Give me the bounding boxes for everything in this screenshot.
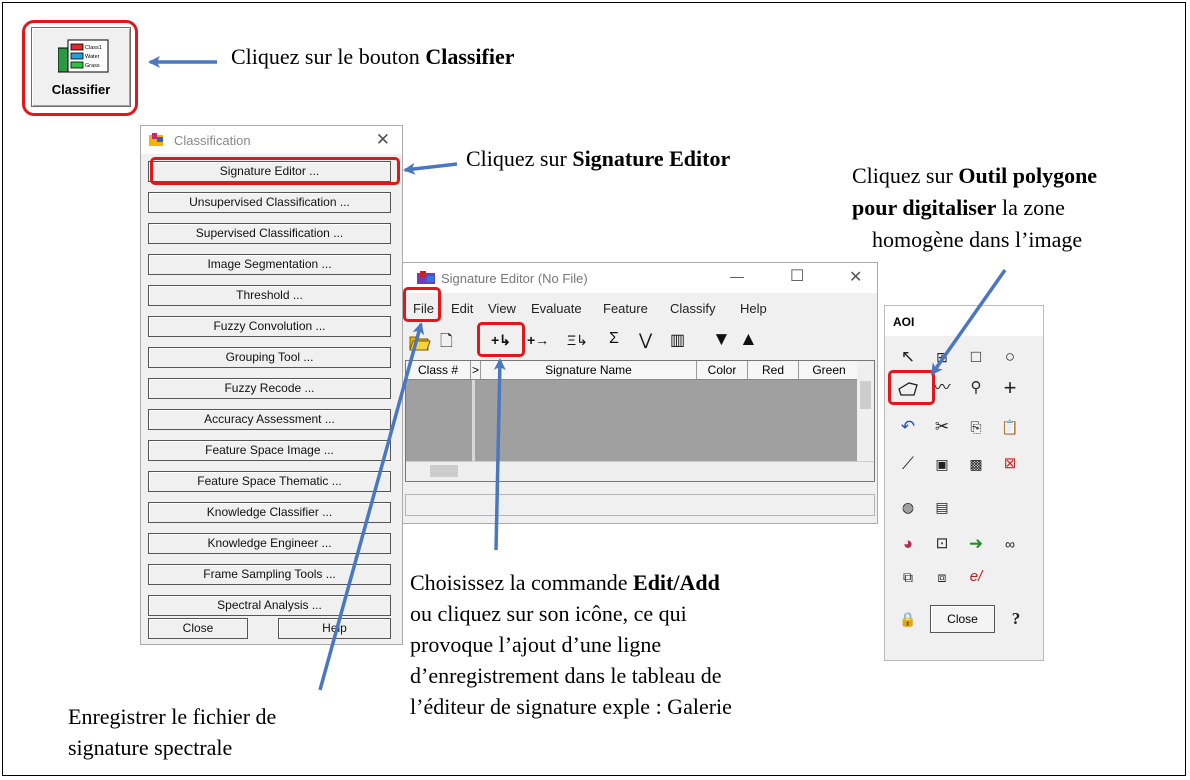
annotation-arrows	[148, 56, 1007, 691]
arrow-to-file-menu	[318, 322, 425, 691]
arrow-to-signature-editor	[403, 162, 458, 175]
arrow-to-add-icon	[493, 358, 506, 551]
arrow-to-polygon-tool	[930, 268, 1007, 376]
